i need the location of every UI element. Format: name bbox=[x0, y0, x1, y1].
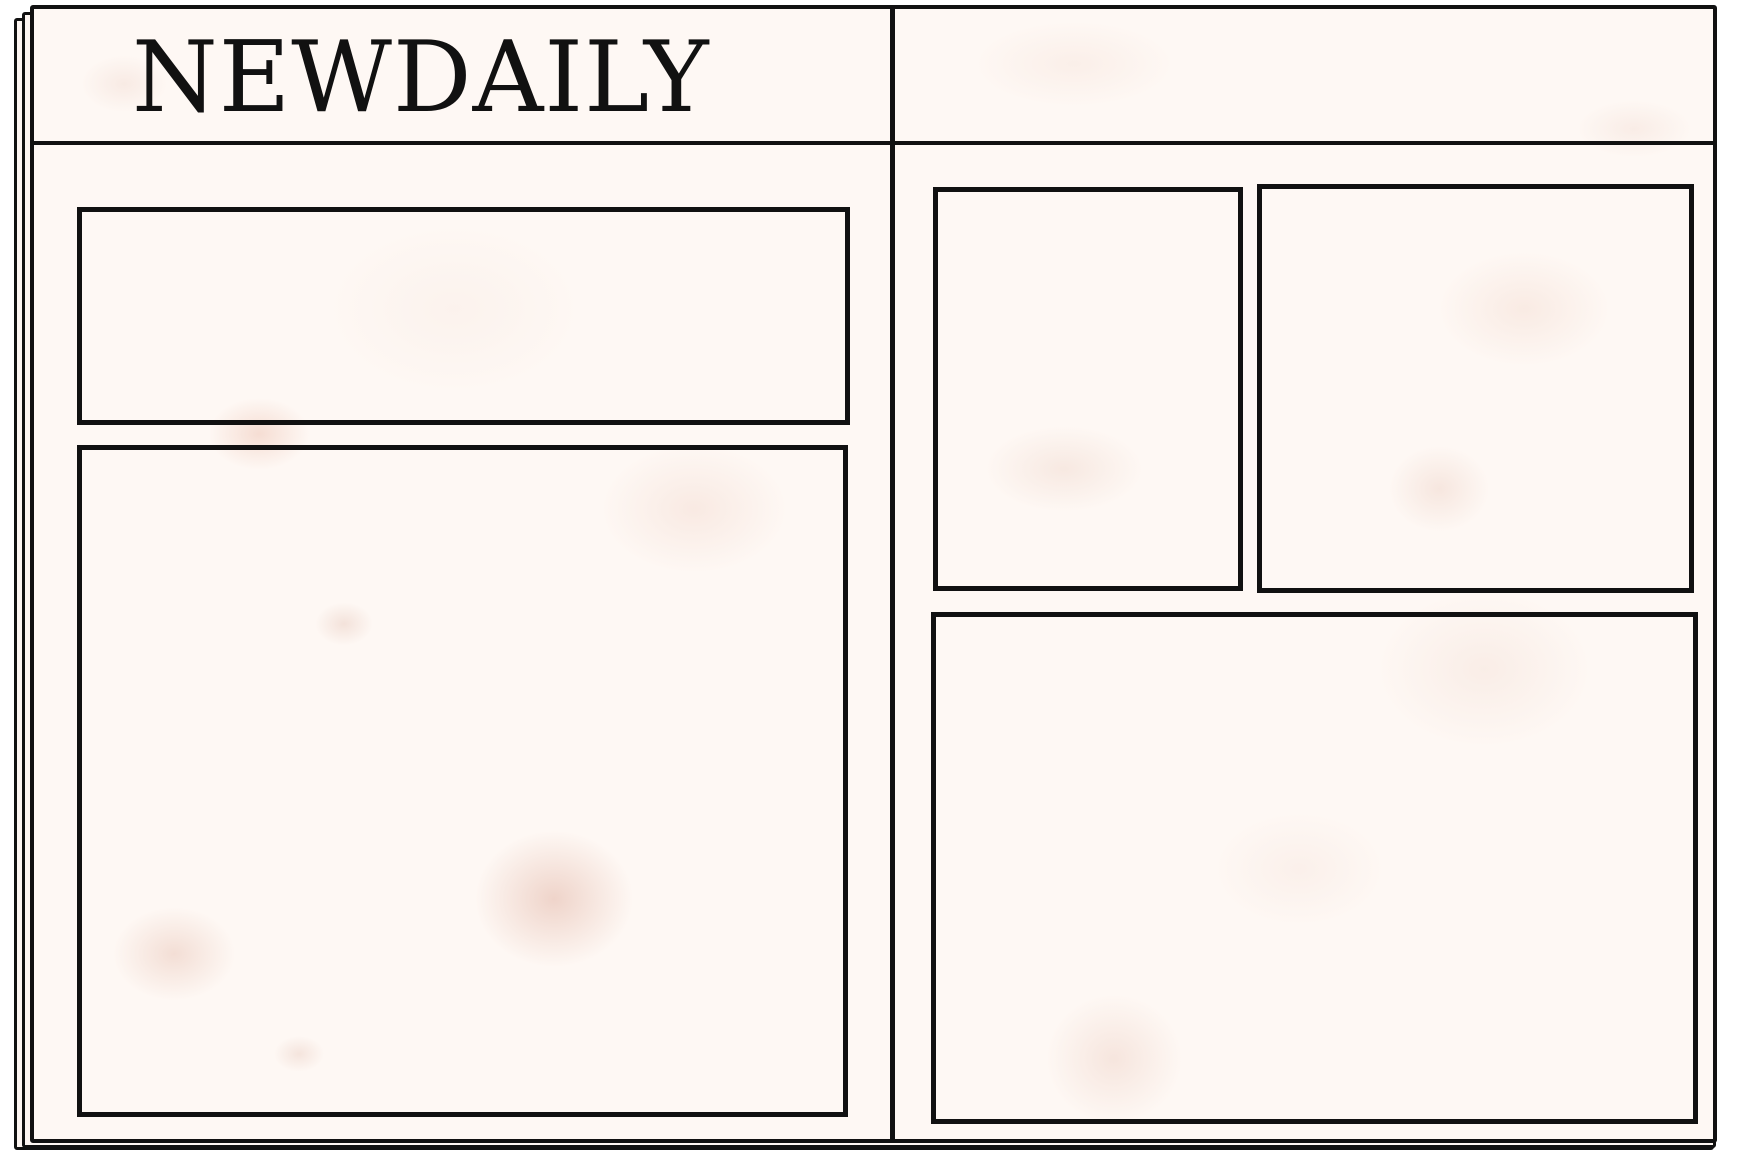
left-headline-panel bbox=[77, 207, 850, 425]
newspaper-template: NEWDAILY bbox=[0, 0, 1737, 1157]
masthead-band: NEWDAILY bbox=[34, 9, 1713, 145]
left-main-panel bbox=[77, 445, 848, 1117]
center-fold-line bbox=[890, 9, 895, 1139]
right-small-right-panel bbox=[1257, 184, 1694, 593]
right-bottom-panel bbox=[931, 612, 1698, 1124]
right-small-left-panel bbox=[933, 187, 1243, 591]
newspaper-page: NEWDAILY bbox=[30, 5, 1717, 1143]
masthead-title: NEWDAILY bbox=[132, 21, 710, 135]
